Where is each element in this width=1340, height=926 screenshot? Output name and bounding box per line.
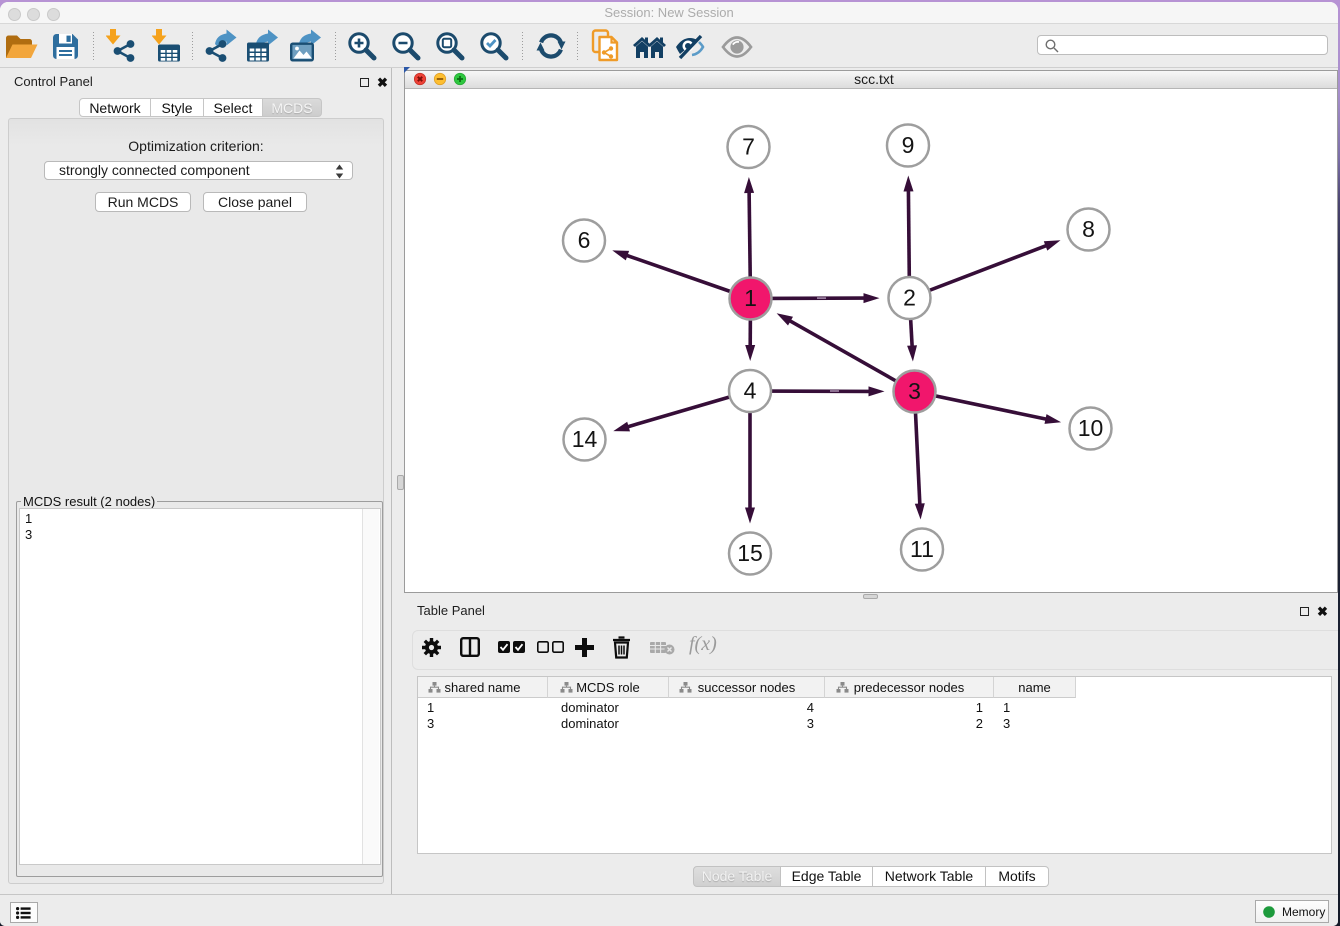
svg-text:3: 3 [908,378,921,404]
svg-text:4: 4 [744,377,757,403]
svg-text:14: 14 [572,426,598,452]
svg-text:6: 6 [578,227,591,253]
svg-text:9: 9 [902,132,915,158]
svg-text:11: 11 [910,536,934,562]
svg-text:10: 10 [1078,415,1104,441]
svg-text:15: 15 [737,540,763,566]
svg-text:1: 1 [744,285,757,311]
svg-text:2: 2 [903,284,916,310]
svg-text:8: 8 [1082,216,1095,242]
svg-text:7: 7 [742,133,755,159]
